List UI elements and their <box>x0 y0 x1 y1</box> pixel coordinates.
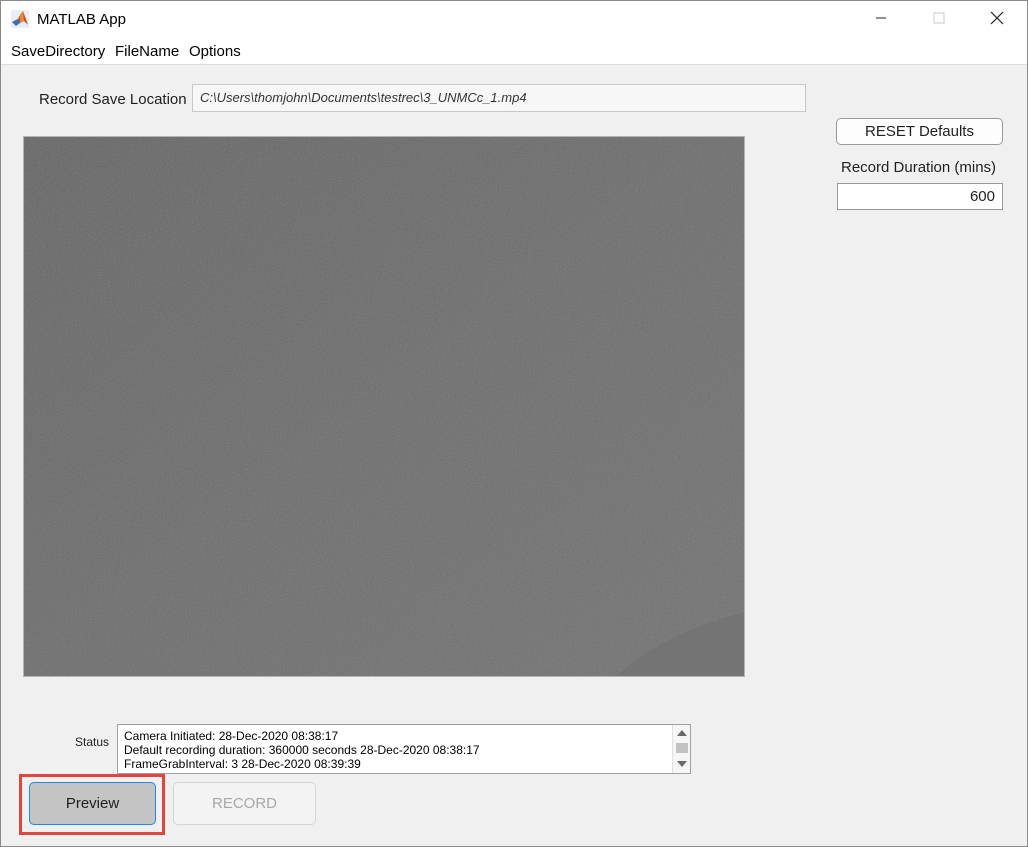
record-duration-label: Record Duration (mins) <box>841 159 997 176</box>
menu-filename[interactable]: FileName <box>115 43 179 60</box>
close-button[interactable] <box>967 1 1027 39</box>
app-window: MATLAB App SaveDirectory FileName Option… <box>0 0 1028 847</box>
maximize-button[interactable] <box>909 1 969 39</box>
status-line: Camera Initiated: 28-Dec-2020 08:38:17 <box>124 729 339 743</box>
matlab-logo-icon <box>11 10 29 28</box>
window-title: MATLAB App <box>37 11 126 28</box>
preview-button[interactable]: Preview <box>29 782 156 825</box>
reset-defaults-button[interactable]: RESET Defaults <box>836 118 1003 145</box>
scroll-down-icon[interactable] <box>677 761 687 767</box>
scroll-thumb[interactable] <box>676 743 688 753</box>
menu-options[interactable]: Options <box>189 43 241 60</box>
title-bar: MATLAB App <box>1 1 1027 39</box>
status-line: FrameGrabInterval: 3 28-Dec-2020 08:39:3… <box>124 757 361 771</box>
maximize-icon <box>933 11 945 29</box>
menu-savedirectory[interactable]: SaveDirectory <box>11 43 105 60</box>
scroll-up-icon[interactable] <box>677 730 687 736</box>
status-scrollbar[interactable] <box>672 725 690 773</box>
save-location-label: Record Save Location <box>39 91 187 108</box>
minimize-button[interactable] <box>851 1 911 39</box>
status-log[interactable]: Camera Initiated: 28-Dec-2020 08:38:17 D… <box>117 724 691 774</box>
status-line: Default recording duration: 360000 secon… <box>124 743 480 757</box>
save-location-field[interactable]: C:\Users\thomjohn\Documents\testrec\3_UN… <box>192 84 806 112</box>
menu-bar: SaveDirectory FileName Options <box>1 39 1027 65</box>
minimize-icon <box>875 11 887 29</box>
status-label: Status <box>75 735 110 749</box>
record-duration-input[interactable]: 600 <box>837 183 1003 210</box>
camera-preview <box>23 136 745 677</box>
record-button[interactable]: RECORD <box>173 782 316 825</box>
close-icon <box>990 11 1004 30</box>
